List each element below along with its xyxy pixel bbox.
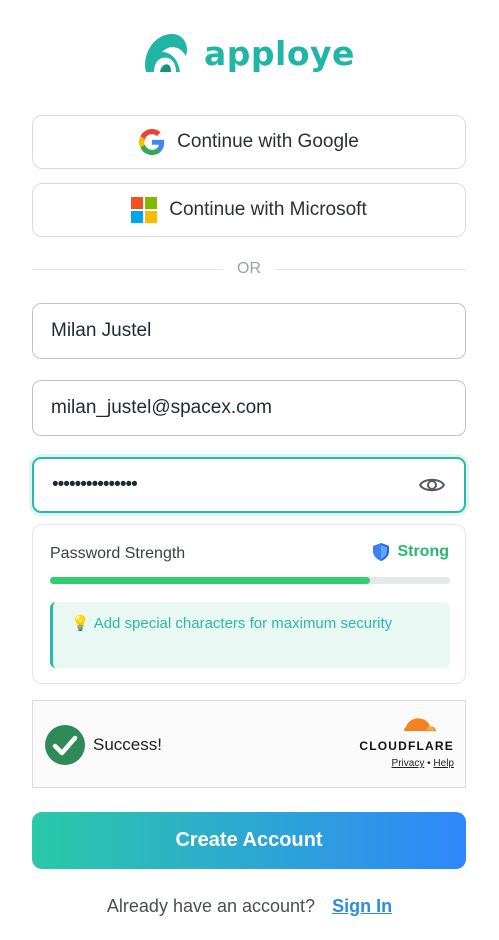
signin-prompt: Already have an account? Sign In <box>0 896 499 917</box>
strength-tip-text: Add special characters for maximum secur… <box>93 615 393 632</box>
google-button-label: Continue with Google <box>177 131 359 152</box>
privacy-link[interactable]: Privacy <box>392 758 425 769</box>
divider-label: OR <box>237 260 261 277</box>
strength-label: Password Strength <box>50 545 186 562</box>
captcha-status: Success! <box>93 735 162 754</box>
brand-name: apploye <box>204 33 355 73</box>
cloudflare-captcha: Success! CLOUDFLARE Privacy • Help <box>32 700 466 788</box>
signin-prompt-text: Already have an account? <box>106 896 316 916</box>
brand-logo: apploye <box>140 30 355 76</box>
email-input[interactable] <box>51 397 447 419</box>
strength-status-text: Strong <box>397 543 449 560</box>
shield-icon <box>373 543 390 561</box>
cloudflare-wordmark: CLOUDFLARE <box>359 739 454 753</box>
divider-line-right <box>275 268 466 270</box>
link-separator: • <box>427 758 431 769</box>
strength-tip: 💡 Add special characters for maximum secu… <box>50 602 450 668</box>
create-account-button[interactable]: Create Account <box>32 812 466 869</box>
divider-line-left <box>32 268 223 270</box>
or-divider: OR <box>32 258 466 280</box>
google-icon <box>139 129 165 155</box>
success-check-icon <box>45 725 85 765</box>
continue-with-google-button[interactable]: Continue with Google <box>32 115 466 169</box>
help-link[interactable]: Help <box>433 758 454 769</box>
strength-bar-track <box>50 577 450 584</box>
name-field[interactable] <box>32 303 466 359</box>
password-strength-panel: Password Strength Strong 💡 Add special ch… <box>32 524 466 684</box>
name-input[interactable] <box>51 320 447 342</box>
eye-icon <box>419 478 446 492</box>
lightbulb-icon: 💡 <box>71 615 90 632</box>
cloudflare-logo-icon <box>404 718 436 733</box>
microsoft-button-label: Continue with Microsoft <box>169 199 367 220</box>
apploye-logo-icon <box>145 33 188 72</box>
sign-in-link[interactable]: Sign In <box>332 896 392 916</box>
password-input[interactable] <box>52 474 419 496</box>
continue-with-microsoft-button[interactable]: Continue with Microsoft <box>32 183 466 237</box>
microsoft-icon <box>131 197 158 223</box>
password-field[interactable] <box>32 457 466 513</box>
strength-status: Strong <box>373 543 449 561</box>
email-field[interactable] <box>32 380 466 436</box>
show-password-toggle[interactable] <box>418 470 446 500</box>
captcha-links: Privacy • Help <box>392 758 454 769</box>
signup-page: apploye Continue with Google Continue wi… <box>0 0 499 940</box>
strength-bar-fill <box>50 577 370 584</box>
